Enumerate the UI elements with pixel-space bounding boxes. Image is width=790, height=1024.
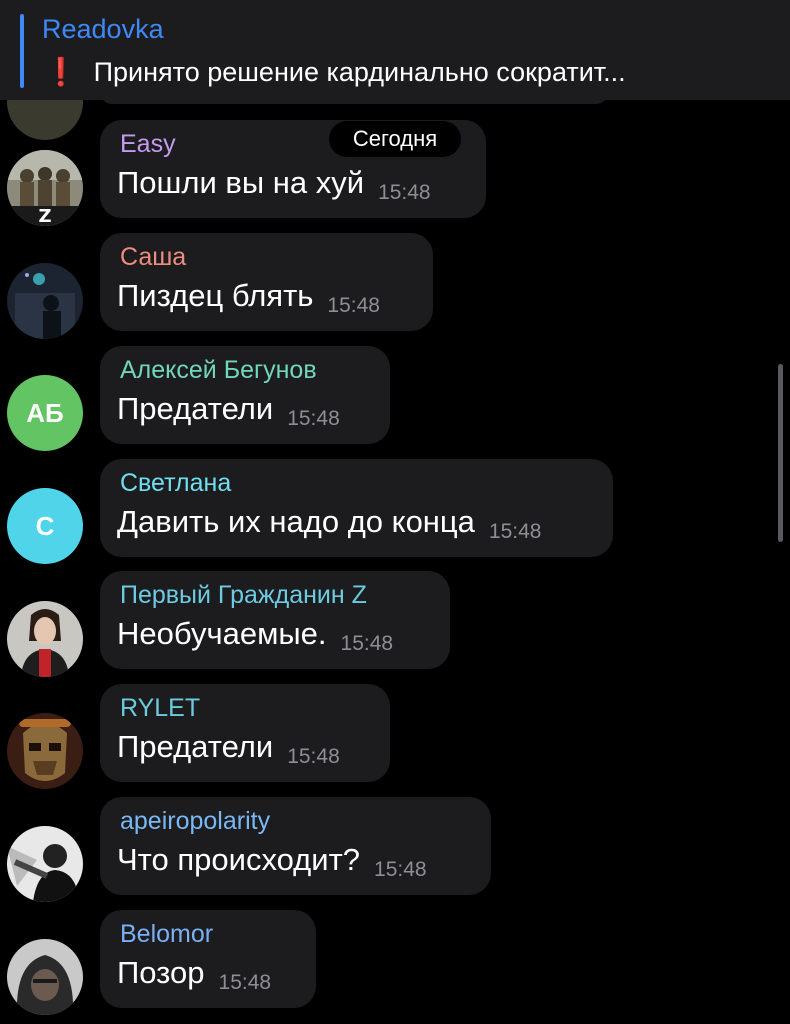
avatar-rylet[interactable] — [7, 713, 83, 789]
message-body: Необучаемые. — [117, 616, 327, 651]
message-bubble[interactable]: Belomor Позор 15:48 — [100, 910, 316, 1008]
message-body: Давить их надо до конца — [117, 504, 475, 539]
message-time: 15:48 — [340, 632, 394, 655]
message-body: Предатели — [117, 391, 274, 426]
message-bubble[interactable]: Первый Гражданин Z Необучаемые. 15:48 — [100, 571, 450, 669]
avatar-initials: АБ — [26, 397, 64, 428]
message-time: 15:48 — [287, 745, 340, 768]
avatar-easy[interactable]: Z — [7, 150, 83, 226]
soldiers-photo-icon: Z — [7, 150, 83, 226]
avatar-initials-ab[interactable]: АБ — [7, 375, 83, 451]
avatar-sasha[interactable] — [7, 263, 83, 339]
message-time: 15:48 — [218, 971, 272, 994]
svg-text:Z: Z — [38, 206, 51, 226]
dark-room-photo-icon — [7, 263, 83, 339]
message-time: 15:48 — [327, 294, 380, 317]
pinned-message-preview: Принято решение кардинально сократит... — [93, 57, 626, 87]
avatar-first-citizen[interactable] — [7, 601, 83, 677]
message-text: Предатели 15:48 — [117, 729, 340, 768]
message-text: Необучаемые. 15:48 — [117, 616, 394, 655]
message-time: 15:48 — [287, 407, 340, 430]
message-body: Предатели — [117, 729, 274, 764]
message-bubble[interactable]: apeiropolarity Что происходит? 15:48 — [100, 797, 491, 895]
avatar-initials: С — [35, 510, 55, 541]
message-text: Давить их надо до конца 15:48 — [117, 504, 542, 543]
message-text: Позор 15:48 — [117, 955, 272, 994]
message-time: 15:48 — [374, 858, 427, 881]
message-text: Пиздец блять 15:48 — [117, 278, 380, 317]
message-bubble[interactable]: Светлана Давить их надо до конца 15:48 — [100, 459, 613, 557]
masked-figure-photo-icon — [7, 713, 83, 789]
date-badge: Сегодня — [329, 121, 461, 157]
sender-name[interactable]: Easy — [120, 130, 176, 159]
pinned-message-bar[interactable]: Readovka ❗ Принято решение кардинально со… — [0, 0, 790, 100]
avatar-apeiropolarity[interactable] — [7, 826, 83, 902]
sender-name[interactable]: Belomor — [120, 920, 213, 949]
sender-name[interactable]: Саша — [120, 243, 186, 272]
pinned-message-text: ❗ Принято решение кардинально сократит... — [44, 56, 626, 88]
pinned-channel-title: Readovka — [42, 14, 164, 44]
sender-name[interactable]: RYLET — [120, 694, 200, 723]
sender-name[interactable]: Светлана — [120, 469, 231, 498]
message-body: Что происходит? — [117, 842, 361, 877]
message-body: Позор — [117, 955, 205, 990]
avatar-belomor[interactable] — [7, 939, 83, 1015]
message-text: Что происходит? 15:48 — [117, 842, 427, 881]
man-portrait-photo-icon — [7, 601, 83, 677]
message-bubble[interactable]: RYLET Предатели 15:48 — [100, 684, 390, 782]
message-bubble[interactable]: Алексей Бегунов Предатели 15:48 — [100, 346, 390, 444]
message-text: Предатели 15:48 — [117, 391, 340, 430]
sender-name[interactable]: apeiropolarity — [120, 807, 270, 836]
bw-figure-photo-icon — [7, 826, 83, 902]
message-body: Пошли вы на хуй — [117, 165, 365, 200]
message-body: Пиздец блять — [117, 278, 314, 313]
message-time: 15:48 — [378, 181, 431, 204]
exclamation-icon: ❗ — [44, 57, 78, 87]
pinned-indicator — [20, 14, 24, 88]
message-text: Пошли вы на хуй 15:48 — [117, 165, 431, 204]
hooded-man-photo-icon — [7, 939, 83, 1015]
scrollbar-thumb[interactable] — [778, 364, 783, 542]
sender-name[interactable]: Первый Гражданин Z — [120, 581, 367, 610]
avatar-initials-s[interactable]: С — [7, 488, 83, 564]
message-time: 15:48 — [488, 520, 542, 543]
message-bubble[interactable]: Саша Пиздец блять 15:48 — [100, 233, 433, 331]
sender-name[interactable]: Алексей Бегунов — [120, 356, 317, 385]
